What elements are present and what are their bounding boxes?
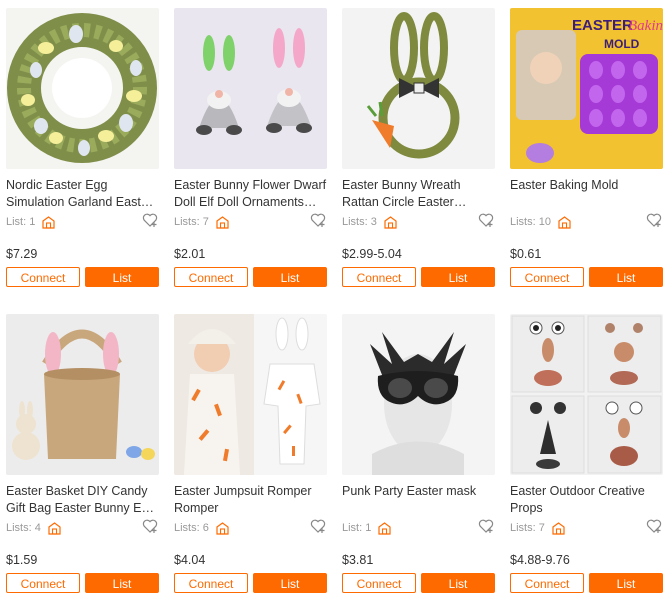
product-price: $4.88-9.76: [510, 553, 570, 567]
lists-label: Lists: 6: [174, 522, 209, 534]
store-icon: [552, 521, 565, 535]
list-button[interactable]: List: [589, 573, 663, 593]
connect-button[interactable]: Connect: [342, 573, 416, 593]
lists-label: Lists: 7: [510, 522, 545, 534]
product-price: $3.81: [342, 553, 374, 567]
product-lists-count: List: 1: [6, 212, 159, 230]
connect-button[interactable]: Connect: [510, 267, 584, 287]
product-title[interactable]: Nordic Easter Egg Simulation Garland Eas…: [6, 177, 159, 211]
product-lists-count: Lists: 10: [510, 212, 663, 230]
connect-button[interactable]: Connect: [174, 267, 248, 287]
product-title[interactable]: Easter Bunny Wreath Rattan Circle Easter…: [342, 177, 495, 211]
favorite-heart-icon[interactable]: [478, 518, 494, 534]
list-button[interactable]: List: [253, 573, 327, 593]
list-button[interactable]: List: [85, 573, 159, 593]
lists-label: Lists: 7: [174, 216, 209, 228]
image-text-mold: MOLD: [604, 37, 640, 51]
product-title[interactable]: Easter Jumpsuit Romper Romper: [174, 483, 327, 517]
store-icon: [216, 521, 229, 535]
list-button[interactable]: List: [253, 267, 327, 287]
product-lists-count: Lists: 6: [174, 518, 327, 536]
lists-label: Lists: 10: [510, 216, 551, 228]
store-icon: [42, 215, 56, 229]
product-image-baking-mold[interactable]: EASTER Baking MOLD: [510, 8, 663, 169]
product-price: $4.04: [174, 553, 206, 567]
product-price: $1.59: [6, 553, 38, 567]
lists-label: Lists: 3: [342, 216, 377, 228]
product-image-bunny-dwarf[interactable]: [174, 8, 327, 169]
product-lists-count: Lists: 7: [174, 212, 327, 230]
favorite-heart-icon[interactable]: [142, 212, 158, 228]
product-lists-count: Lists: 3: [342, 212, 495, 230]
product-price: $7.29: [6, 247, 38, 261]
image-text-easter: EASTER: [572, 17, 633, 34]
favorite-heart-icon[interactable]: [310, 518, 326, 534]
store-icon: [216, 215, 229, 229]
connect-button[interactable]: Connect: [6, 573, 80, 593]
image-text-baking: Baking: [628, 18, 663, 34]
product-title[interactable]: Easter Baking Mold: [510, 177, 663, 211]
product-image-wreath[interactable]: [6, 8, 159, 169]
product-image-basket[interactable]: [6, 314, 159, 475]
favorite-heart-icon[interactable]: [310, 212, 326, 228]
lists-label: List: 1: [342, 522, 372, 534]
store-icon: [384, 215, 397, 229]
favorite-heart-icon[interactable]: [646, 212, 662, 228]
product-price: $2.01: [174, 247, 206, 261]
product-image-bunny-wreath[interactable]: [342, 8, 495, 169]
list-button[interactable]: List: [421, 573, 495, 593]
favorite-heart-icon[interactable]: [142, 518, 158, 534]
connect-button[interactable]: Connect: [6, 267, 80, 287]
list-button[interactable]: List: [589, 267, 663, 287]
lists-label: Lists: 4: [6, 522, 41, 534]
store-icon: [48, 521, 61, 535]
product-title[interactable]: Easter Basket DIY Candy Gift Bag Easter …: [6, 483, 159, 517]
connect-button[interactable]: Connect: [174, 573, 248, 593]
connect-button[interactable]: Connect: [510, 573, 584, 593]
store-icon: [378, 521, 392, 535]
product-price: $0.61: [510, 247, 542, 261]
product-image-romper[interactable]: [174, 314, 327, 475]
product-title[interactable]: Punk Party Easter mask: [342, 483, 495, 517]
product-title[interactable]: Easter Outdoor Creative Props: [510, 483, 663, 517]
product-image-mask[interactable]: [342, 314, 495, 475]
favorite-heart-icon[interactable]: [646, 518, 662, 534]
connect-button[interactable]: Connect: [342, 267, 416, 287]
product-title[interactable]: Easter Bunny Flower Dwarf Doll Elf Doll …: [174, 177, 327, 211]
lists-label: List: 1: [6, 216, 36, 228]
list-button[interactable]: List: [85, 267, 159, 287]
product-price: $2.99-5.04: [342, 247, 402, 261]
product-lists-count: Lists: 4: [6, 518, 159, 536]
product-lists-count: Lists: 7: [510, 518, 663, 536]
product-image-props[interactable]: [510, 314, 663, 475]
favorite-heart-icon[interactable]: [478, 212, 494, 228]
list-button[interactable]: List: [421, 267, 495, 287]
product-lists-count: List: 1: [342, 518, 495, 536]
store-icon: [558, 215, 571, 229]
